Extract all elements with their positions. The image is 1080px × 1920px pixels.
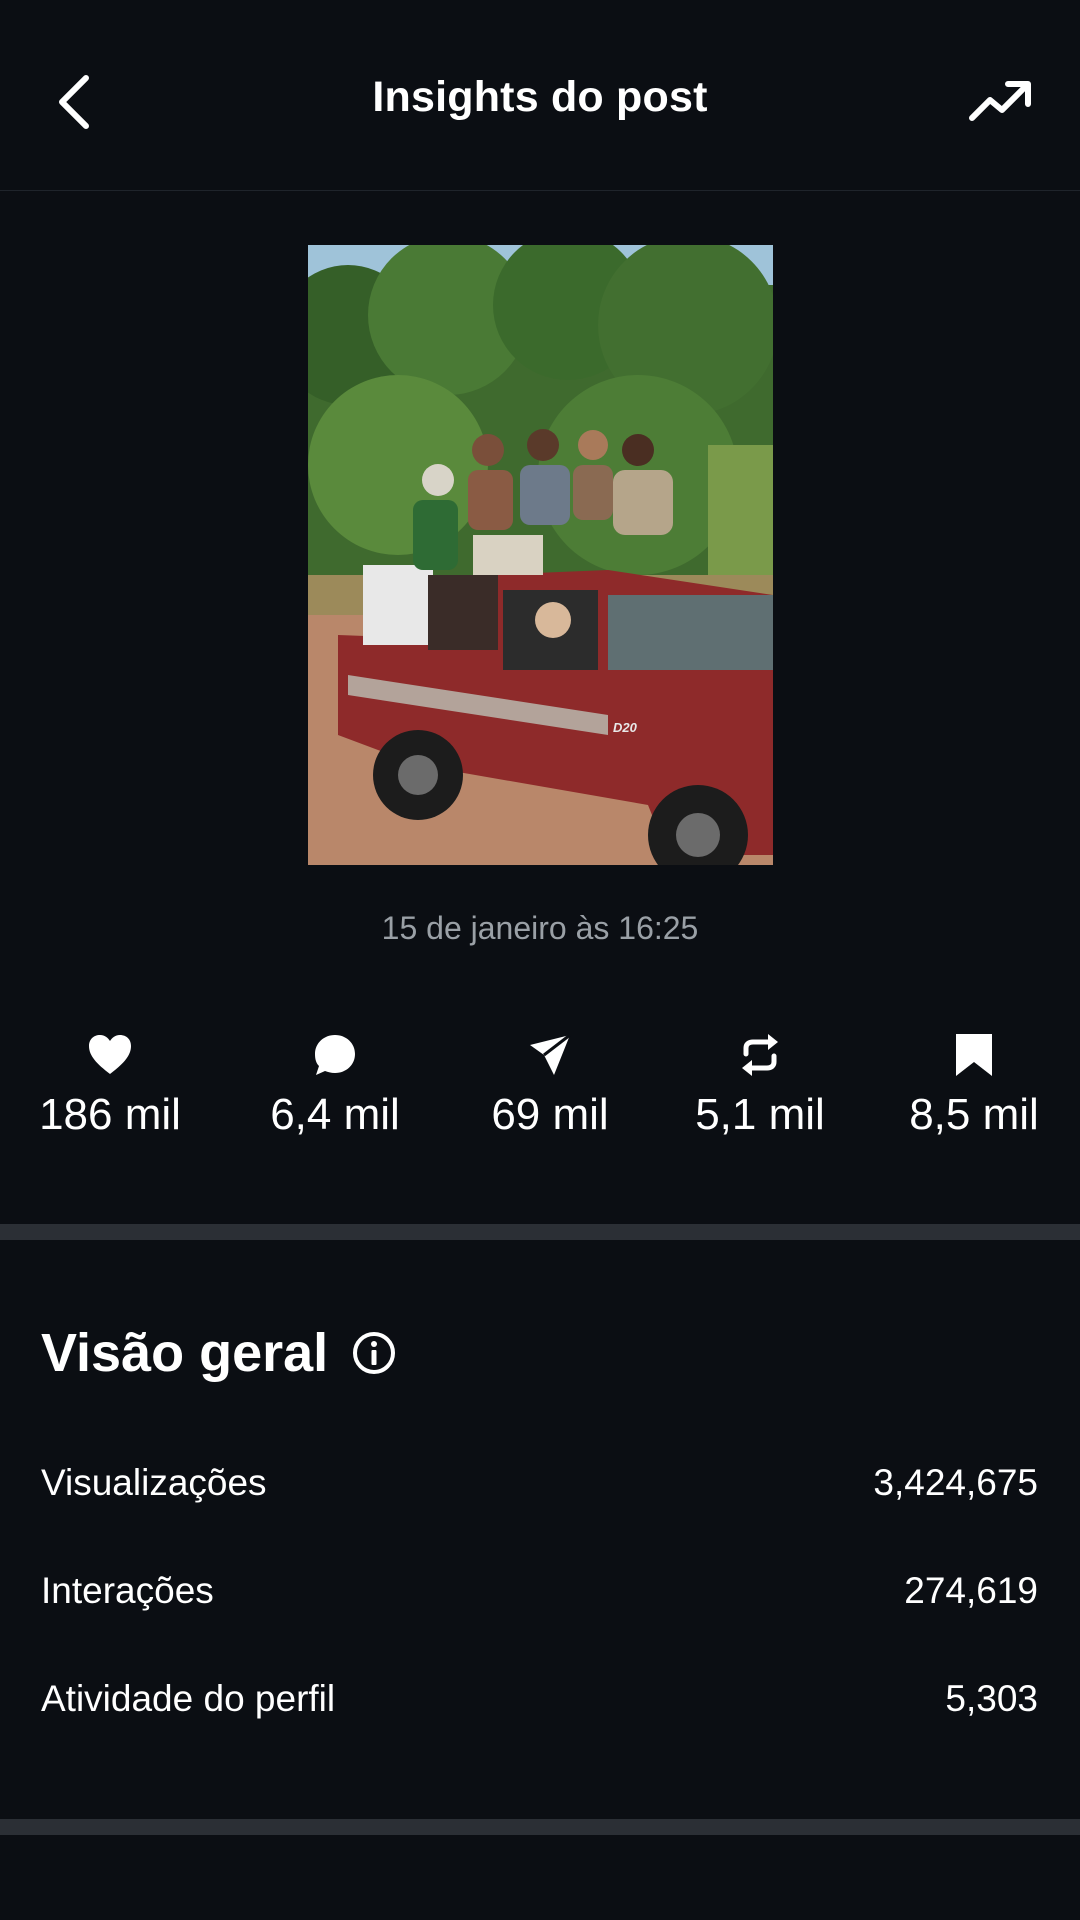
info-icon[interactable] xyxy=(352,1331,396,1375)
trends-button[interactable] xyxy=(968,78,1032,126)
comment-icon xyxy=(315,1035,355,1075)
repost-icon xyxy=(742,1034,778,1076)
metric-value: 3,424,675 xyxy=(873,1462,1038,1503)
likes-count: 186 mil xyxy=(39,1090,181,1139)
shares-stat[interactable]: 69 mil xyxy=(450,1030,650,1140)
section-divider xyxy=(0,1224,1080,1240)
metric-value: 5,303 xyxy=(945,1678,1038,1719)
metric-row-views[interactable]: Visualizações 3,424,675 xyxy=(41,1453,1038,1513)
top-bar: Insights do post xyxy=(0,0,1080,191)
truck-badge: D20 xyxy=(613,720,638,735)
comments-stat[interactable]: 6,4 mil xyxy=(235,1030,435,1140)
metric-label: Visualizações xyxy=(41,1462,267,1503)
comments-count: 6,4 mil xyxy=(270,1090,400,1139)
saves-stat[interactable]: 8,5 mil xyxy=(874,1030,1074,1140)
metric-row-profile-activity[interactable]: Atividade do perfil 5,303 xyxy=(41,1669,1038,1729)
metric-value: 274,619 xyxy=(904,1570,1038,1611)
section-divider xyxy=(0,1819,1080,1835)
shares-count: 69 mil xyxy=(491,1090,609,1139)
saves-count: 8,5 mil xyxy=(909,1090,1039,1139)
overview-title-text: Visão geral xyxy=(41,1323,329,1383)
likes-stat[interactable]: 186 mil xyxy=(10,1030,210,1140)
trending-up-icon xyxy=(969,81,1031,121)
post-date: 15 de janeiro às 16:25 xyxy=(381,910,699,946)
bookmark-icon xyxy=(956,1034,992,1076)
reposts-count: 5,1 mil xyxy=(695,1090,825,1139)
post-image[interactable]: D20 xyxy=(308,245,773,865)
share-icon xyxy=(530,1033,571,1075)
metric-row-interactions[interactable]: Interações 274,619 xyxy=(41,1561,1038,1621)
engagement-stats: 186 mil 6,4 mil 69 mil 5,1 mil 8,5 mil xyxy=(0,1030,1080,1160)
heart-icon xyxy=(89,1035,131,1074)
metric-label: Atividade do perfil xyxy=(41,1678,336,1719)
overview-section-title: Visão geral xyxy=(41,1322,396,1384)
post-photo-illustration: D20 xyxy=(308,245,773,865)
page-title: Insights do post xyxy=(372,73,708,121)
metric-label: Interações xyxy=(41,1570,214,1611)
reposts-stat[interactable]: 5,1 mil xyxy=(660,1030,860,1140)
